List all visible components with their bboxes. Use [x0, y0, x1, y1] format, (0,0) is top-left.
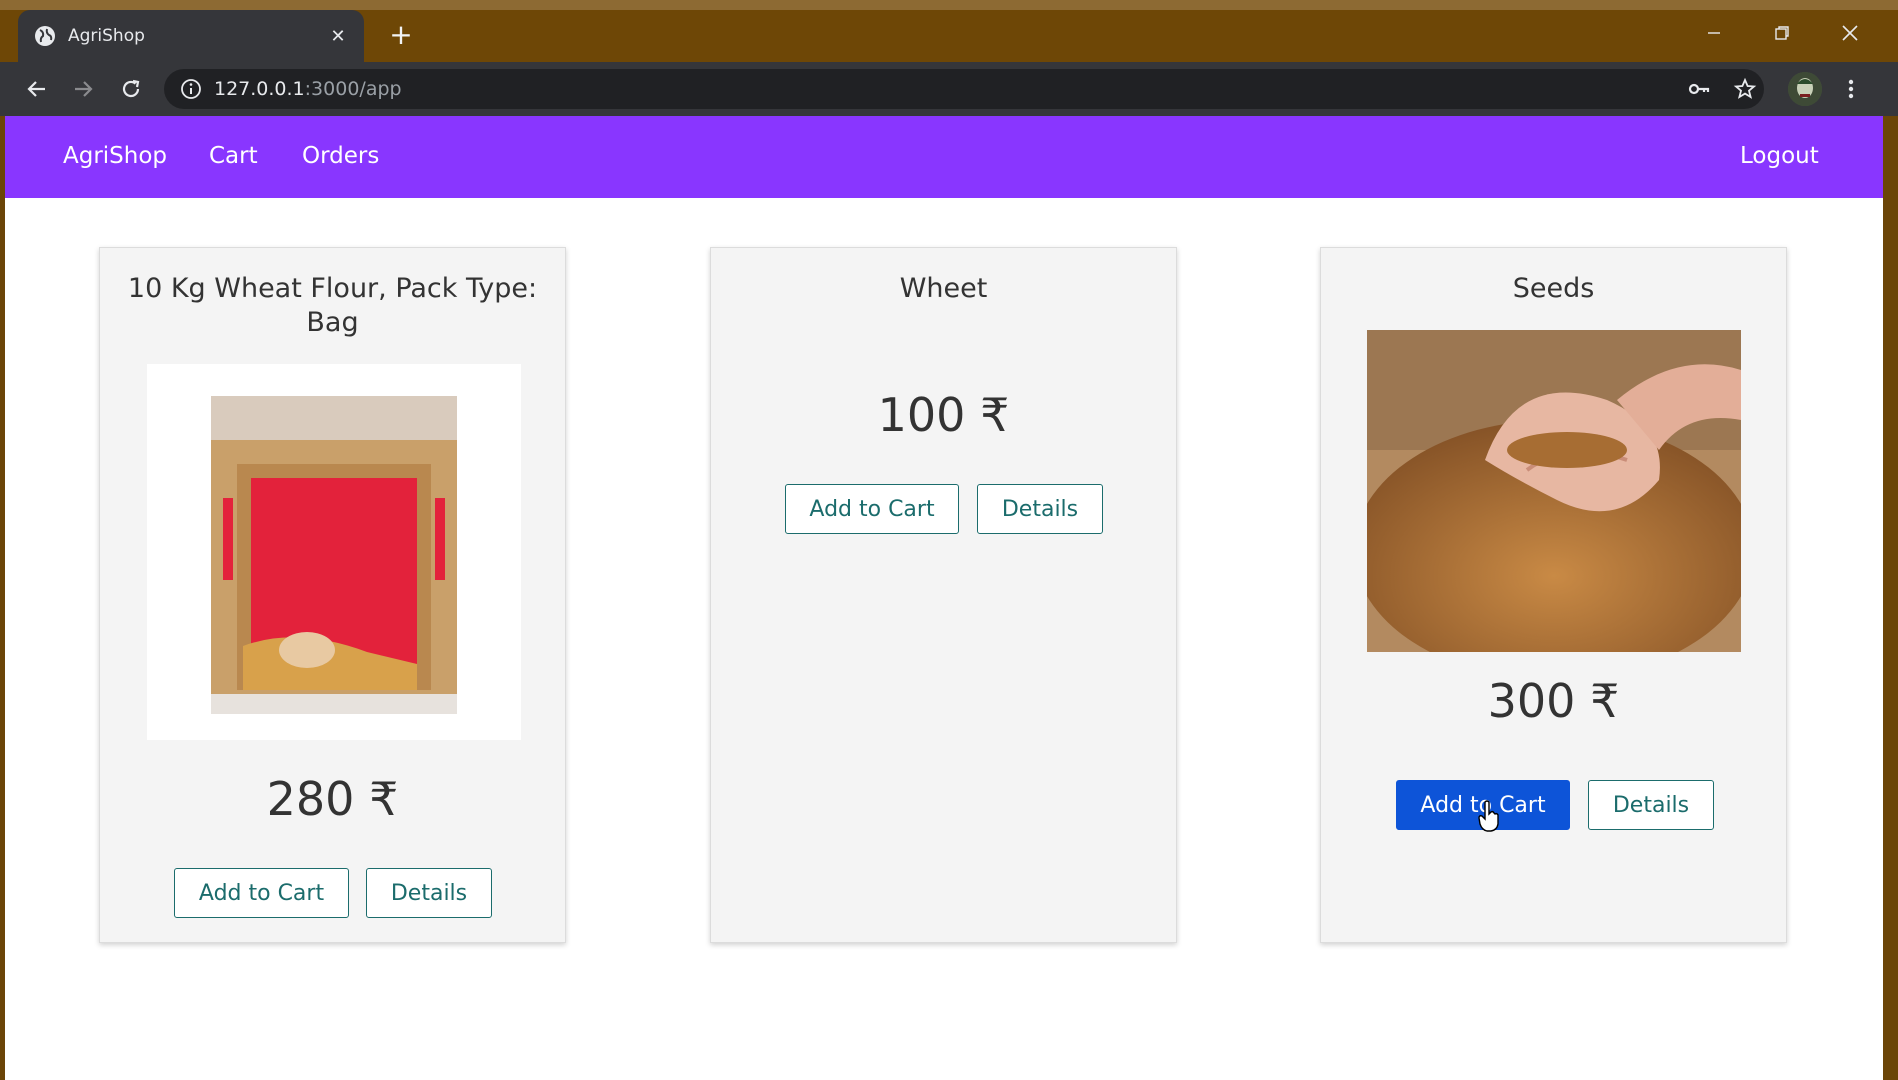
reload-icon[interactable]	[116, 74, 146, 104]
product-card: Wheet 100 ₹ Add to Cart Details	[710, 247, 1177, 943]
nav-logout[interactable]: Logout	[1740, 143, 1819, 169]
site-info-icon[interactable]	[180, 78, 202, 100]
add-to-cart-button[interactable]: Add to Cart	[174, 868, 349, 918]
site-navbar: AgriShop Cart Orders Logout	[5, 116, 1883, 198]
more-menu-icon[interactable]	[1836, 74, 1866, 104]
product-title: Wheet	[899, 273, 988, 304]
add-to-cart-button[interactable]: Add to Cart	[785, 484, 959, 534]
page-viewport: AgriShop Cart Orders Logout 10 Kg Wheat …	[5, 116, 1883, 1080]
details-button[interactable]: Details	[1588, 780, 1714, 830]
address-bar[interactable]: 127.0.0.1:3000/app	[164, 69, 1764, 109]
nav-cart[interactable]: Cart	[209, 143, 258, 169]
nav-orders[interactable]: Orders	[302, 143, 379, 169]
globe-icon	[35, 26, 55, 46]
back-icon[interactable]	[22, 74, 52, 104]
forward-icon[interactable]	[68, 74, 98, 104]
close-tab-icon[interactable]: ✕	[326, 26, 350, 47]
product-card: Seeds 300 ₹ Add to Cart Details	[1320, 247, 1787, 943]
close-window-icon[interactable]	[1830, 18, 1870, 48]
hand-cursor-icon	[1478, 800, 1499, 832]
browser-toolbar: 127.0.0.1:3000/app	[0, 62, 1898, 116]
profile-avatar[interactable]	[1788, 72, 1822, 106]
restore-icon[interactable]	[1762, 18, 1802, 48]
url-path: :3000/app	[304, 78, 402, 100]
product-title: Seeds	[1512, 273, 1595, 304]
wheat-flour-bag-image	[147, 364, 521, 740]
url-host: 127.0.0.1	[214, 78, 305, 100]
nav-brand[interactable]: AgriShop	[63, 143, 167, 169]
tab-title: AgriShop	[68, 26, 145, 46]
product-title: 10 Kg Wheat Flour, Pack Type: Bag	[127, 273, 538, 338]
product-card: 10 Kg Wheat Flour, Pack Type: Bag 280 ₹ …	[99, 247, 566, 943]
titlebar-accent	[0, 0, 1898, 10]
product-price: 300 ₹	[1487, 674, 1620, 728]
browser-tab[interactable]: AgriShop ✕	[18, 10, 364, 62]
product-price: 100 ₹	[877, 388, 1010, 442]
product-price: 280 ₹	[266, 772, 399, 826]
details-button[interactable]: Details	[977, 484, 1103, 534]
star-icon[interactable]	[1730, 74, 1760, 104]
key-icon[interactable]	[1684, 74, 1714, 104]
details-button[interactable]: Details	[366, 868, 492, 918]
minimize-icon[interactable]	[1694, 18, 1734, 48]
new-tab-button[interactable]: +	[386, 20, 416, 50]
browser-titlebar: AgriShop ✕ + 127.0.0.1:3000/app	[0, 0, 1898, 116]
seeds-in-hands-image	[1367, 330, 1741, 652]
